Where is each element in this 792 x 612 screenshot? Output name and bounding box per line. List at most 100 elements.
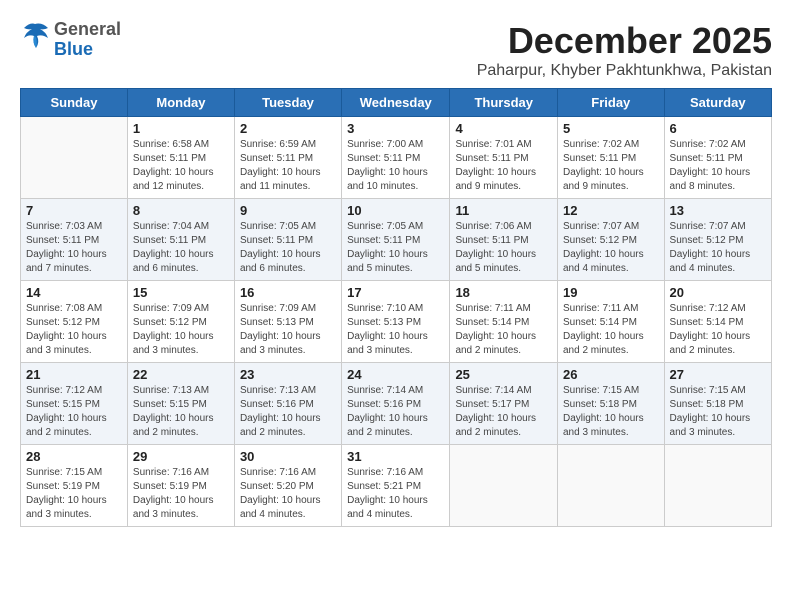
day-number: 21 bbox=[26, 367, 122, 382]
calendar-cell: 5Sunrise: 7:02 AM Sunset: 5:11 PM Daylig… bbox=[558, 117, 665, 199]
day-info: Sunrise: 7:09 AM Sunset: 5:13 PM Dayligh… bbox=[240, 302, 336, 358]
day-number: 25 bbox=[455, 367, 552, 382]
calendar-cell bbox=[664, 445, 771, 527]
calendar-cell: 7 Sunrise: 7:03 AM Sunset: 5:11 PM Daylig… bbox=[21, 199, 128, 281]
weekday-header-friday: Friday bbox=[558, 89, 665, 117]
day-info: Sunrise: 7:01 AM Sunset: 5:11 PM Dayligh… bbox=[455, 138, 552, 194]
day-info: Sunrise: 7:16 AM Sunset: 5:19 PM Dayligh… bbox=[133, 466, 229, 522]
logo: General Blue bbox=[20, 20, 121, 60]
calendar-cell: 18 Sunrise: 7:11 AM Sunset: 5:14 PM Dayli… bbox=[450, 281, 558, 363]
day-number: 13 bbox=[670, 203, 766, 218]
location-subtitle: Paharpur, Khyber Pakhtunkhwa, Pakistan bbox=[477, 62, 772, 80]
day-info: Sunrise: 7:03 AM Sunset: 5:11 PM Dayligh… bbox=[26, 220, 122, 276]
day-number: 18 bbox=[455, 285, 552, 300]
weekday-header-wednesday: Wednesday bbox=[342, 89, 450, 117]
weekday-header-monday: Monday bbox=[127, 89, 234, 117]
weekday-header-thursday: Thursday bbox=[450, 89, 558, 117]
logo-bird-icon bbox=[20, 22, 50, 58]
weekday-header-sunday: Sunday bbox=[21, 89, 128, 117]
day-number: 3 bbox=[347, 121, 444, 136]
calendar-cell: 25 Sunrise: 7:14 AM Sunset: 5:17 PM Dayli… bbox=[450, 363, 558, 445]
calendar-header: SundayMondayTuesdayWednesdayThursdayFrid… bbox=[21, 89, 772, 117]
day-number: 19 bbox=[563, 285, 659, 300]
day-info: Sunrise: 7:05 AM Sunset: 5:11 PM Dayligh… bbox=[347, 220, 444, 276]
calendar-cell: 22Sunrise: 7:13 AM Sunset: 5:15 PM Dayli… bbox=[127, 363, 234, 445]
calendar-cell: 10 Sunrise: 7:05 AM Sunset: 5:11 PM Dayli… bbox=[342, 199, 450, 281]
day-info: Sunrise: 7:12 AM Sunset: 5:15 PM Dayligh… bbox=[26, 384, 122, 440]
day-info: Sunrise: 7:14 AM Sunset: 5:16 PM Dayligh… bbox=[347, 384, 444, 440]
day-number: 8 bbox=[133, 203, 229, 218]
day-number: 29 bbox=[133, 449, 229, 464]
day-number: 27 bbox=[670, 367, 766, 382]
calendar-cell: 26Sunrise: 7:15 AM Sunset: 5:18 PM Dayli… bbox=[558, 363, 665, 445]
day-number: 10 bbox=[347, 203, 444, 218]
calendar-cell: 28 Sunrise: 7:15 AM Sunset: 5:19 PM Dayli… bbox=[21, 445, 128, 527]
calendar-cell: 27 Sunrise: 7:15 AM Sunset: 5:18 PM Dayli… bbox=[664, 363, 771, 445]
day-number: 4 bbox=[455, 121, 552, 136]
weekday-header-tuesday: Tuesday bbox=[234, 89, 341, 117]
month-year-title: December 2025 bbox=[477, 20, 772, 62]
weekday-header-row: SundayMondayTuesdayWednesdayThursdayFrid… bbox=[21, 89, 772, 117]
day-number: 20 bbox=[670, 285, 766, 300]
day-number: 9 bbox=[240, 203, 336, 218]
day-info: Sunrise: 7:10 AM Sunset: 5:13 PM Dayligh… bbox=[347, 302, 444, 358]
day-info: Sunrise: 7:15 AM Sunset: 5:18 PM Dayligh… bbox=[670, 384, 766, 440]
calendar-week-row: 7 Sunrise: 7:03 AM Sunset: 5:11 PM Daylig… bbox=[21, 199, 772, 281]
day-number: 22 bbox=[133, 367, 229, 382]
calendar-cell bbox=[450, 445, 558, 527]
day-info: Sunrise: 7:02 AM Sunset: 5:11 PM Dayligh… bbox=[563, 138, 659, 194]
day-number: 7 bbox=[26, 203, 122, 218]
calendar-cell: 31 Sunrise: 7:16 AM Sunset: 5:21 PM Dayli… bbox=[342, 445, 450, 527]
day-info: Sunrise: 7:08 AM Sunset: 5:12 PM Dayligh… bbox=[26, 302, 122, 358]
calendar-cell bbox=[21, 117, 128, 199]
calendar-cell: 20Sunrise: 7:12 AM Sunset: 5:14 PM Dayli… bbox=[664, 281, 771, 363]
day-info: Sunrise: 7:14 AM Sunset: 5:17 PM Dayligh… bbox=[455, 384, 552, 440]
logo-blue-text: Blue bbox=[54, 40, 121, 60]
calendar-cell: 12 Sunrise: 7:07 AM Sunset: 5:12 PM Dayli… bbox=[558, 199, 665, 281]
calendar-cell: 21 Sunrise: 7:12 AM Sunset: 5:15 PM Dayli… bbox=[21, 363, 128, 445]
day-info: Sunrise: 7:15 AM Sunset: 5:19 PM Dayligh… bbox=[26, 466, 122, 522]
day-number: 1 bbox=[133, 121, 229, 136]
calendar-cell: 30Sunrise: 7:16 AM Sunset: 5:20 PM Dayli… bbox=[234, 445, 341, 527]
day-number: 24 bbox=[347, 367, 444, 382]
calendar-cell: 15 Sunrise: 7:09 AM Sunset: 5:12 PM Dayli… bbox=[127, 281, 234, 363]
day-number: 17 bbox=[347, 285, 444, 300]
day-info: Sunrise: 7:02 AM Sunset: 5:11 PM Dayligh… bbox=[670, 138, 766, 194]
calendar-cell: 6 Sunrise: 7:02 AM Sunset: 5:11 PM Daylig… bbox=[664, 117, 771, 199]
day-info: Sunrise: 7:11 AM Sunset: 5:14 PM Dayligh… bbox=[563, 302, 659, 358]
calendar-cell: 8Sunrise: 7:04 AM Sunset: 5:11 PM Daylig… bbox=[127, 199, 234, 281]
calendar-cell: 3 Sunrise: 7:00 AM Sunset: 5:11 PM Daylig… bbox=[342, 117, 450, 199]
calendar-week-row: 21 Sunrise: 7:12 AM Sunset: 5:15 PM Dayli… bbox=[21, 363, 772, 445]
calendar-week-row: 14 Sunrise: 7:08 AM Sunset: 5:12 PM Dayli… bbox=[21, 281, 772, 363]
calendar-cell: 13 Sunrise: 7:07 AM Sunset: 5:12 PM Dayli… bbox=[664, 199, 771, 281]
day-number: 31 bbox=[347, 449, 444, 464]
day-info: Sunrise: 7:16 AM Sunset: 5:21 PM Dayligh… bbox=[347, 466, 444, 522]
day-info: Sunrise: 7:09 AM Sunset: 5:12 PM Dayligh… bbox=[133, 302, 229, 358]
day-number: 23 bbox=[240, 367, 336, 382]
calendar-cell: 1 Sunrise: 6:58 AM Sunset: 5:11 PM Daylig… bbox=[127, 117, 234, 199]
calendar-cell bbox=[558, 445, 665, 527]
calendar-cell: 29 Sunrise: 7:16 AM Sunset: 5:19 PM Dayli… bbox=[127, 445, 234, 527]
calendar-cell: 17 Sunrise: 7:10 AM Sunset: 5:13 PM Dayli… bbox=[342, 281, 450, 363]
day-info: Sunrise: 7:13 AM Sunset: 5:16 PM Dayligh… bbox=[240, 384, 336, 440]
day-info: Sunrise: 7:00 AM Sunset: 5:11 PM Dayligh… bbox=[347, 138, 444, 194]
day-number: 28 bbox=[26, 449, 122, 464]
calendar-cell: 24 Sunrise: 7:14 AM Sunset: 5:16 PM Dayli… bbox=[342, 363, 450, 445]
calendar-cell: 23 Sunrise: 7:13 AM Sunset: 5:16 PM Dayli… bbox=[234, 363, 341, 445]
calendar-cell: 16Sunrise: 7:09 AM Sunset: 5:13 PM Dayli… bbox=[234, 281, 341, 363]
day-info: Sunrise: 7:07 AM Sunset: 5:12 PM Dayligh… bbox=[563, 220, 659, 276]
day-number: 11 bbox=[455, 203, 552, 218]
day-info: Sunrise: 6:58 AM Sunset: 5:11 PM Dayligh… bbox=[133, 138, 229, 194]
day-number: 15 bbox=[133, 285, 229, 300]
day-number: 2 bbox=[240, 121, 336, 136]
day-number: 6 bbox=[670, 121, 766, 136]
day-number: 14 bbox=[26, 285, 122, 300]
day-info: Sunrise: 7:11 AM Sunset: 5:14 PM Dayligh… bbox=[455, 302, 552, 358]
calendar-cell: 11Sunrise: 7:06 AM Sunset: 5:11 PM Dayli… bbox=[450, 199, 558, 281]
calendar-cell: 4 Sunrise: 7:01 AM Sunset: 5:11 PM Daylig… bbox=[450, 117, 558, 199]
day-info: Sunrise: 7:07 AM Sunset: 5:12 PM Dayligh… bbox=[670, 220, 766, 276]
calendar-cell: 19 Sunrise: 7:11 AM Sunset: 5:14 PM Dayli… bbox=[558, 281, 665, 363]
day-number: 12 bbox=[563, 203, 659, 218]
day-info: Sunrise: 7:15 AM Sunset: 5:18 PM Dayligh… bbox=[563, 384, 659, 440]
logo-general-text: General bbox=[54, 20, 121, 40]
